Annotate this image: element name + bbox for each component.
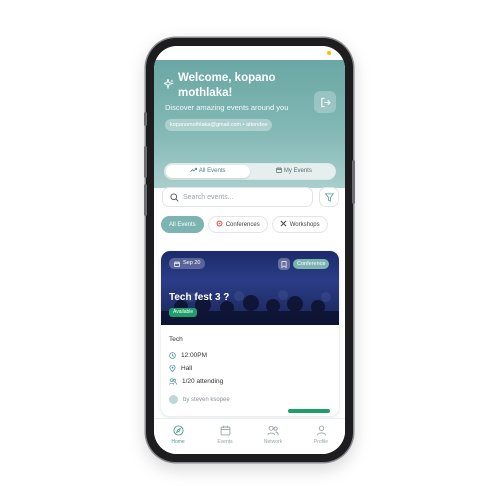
nav-item-events[interactable]: Events bbox=[206, 425, 244, 445]
organizer-name: by steven ksopee bbox=[183, 396, 230, 403]
event-organizer: by steven ksopee bbox=[169, 395, 230, 404]
event-category: Tech bbox=[169, 336, 183, 343]
users-icon bbox=[169, 378, 177, 385]
bookmark-button[interactable] bbox=[278, 258, 290, 270]
event-attending: 1/20 attending bbox=[182, 378, 224, 385]
trending-icon bbox=[190, 167, 198, 172]
filter-icon bbox=[324, 192, 334, 202]
nav-item-home[interactable]: Home bbox=[159, 425, 197, 445]
events-content: Search events... All Events Conferences Wo… bbox=[154, 187, 345, 418]
bottom-navigation: Home Events Network Profile bbox=[154, 418, 345, 454]
event-type-badge: Conference bbox=[293, 259, 330, 269]
calendar-icon bbox=[276, 166, 282, 173]
calendar-icon bbox=[220, 425, 230, 436]
tools-icon bbox=[280, 220, 287, 227]
event-attendance-row: 1/20 attending bbox=[169, 378, 223, 385]
nav-item-network[interactable]: Network bbox=[254, 425, 292, 445]
event-title: Tech fest 3 ? bbox=[169, 292, 230, 303]
tab-all-events[interactable]: All Events bbox=[166, 165, 250, 178]
logout-button[interactable] bbox=[314, 91, 336, 113]
card-action-button[interactable] bbox=[288, 409, 330, 413]
calendar-icon bbox=[174, 260, 180, 267]
availability-badge: Available bbox=[169, 308, 198, 317]
nav-label: Events bbox=[217, 439, 233, 445]
event-date-badge: Sep 20 bbox=[169, 258, 206, 269]
event-location-row: Hall bbox=[169, 365, 192, 372]
welcome-title: Welcome, kopano mothlaka! bbox=[178, 72, 276, 99]
category-chip-label: Workshops bbox=[289, 222, 320, 228]
search-input[interactable]: Search events... bbox=[162, 187, 313, 207]
event-location: Hall bbox=[181, 365, 193, 372]
event-date: Sep 20 bbox=[183, 260, 201, 266]
tab-my-events[interactable]: My Events bbox=[252, 165, 336, 178]
tab-all-events-label: All Events bbox=[198, 168, 226, 174]
status-bar bbox=[154, 46, 345, 60]
event-time: 12:00PM bbox=[181, 352, 208, 359]
compass-icon bbox=[172, 425, 184, 436]
target-icon bbox=[216, 220, 223, 227]
category-chip-label: Conferences bbox=[225, 222, 260, 228]
phone-power-button bbox=[352, 160, 355, 204]
welcome-subtitle: Discover amazing events around you bbox=[165, 103, 289, 112]
user-icon bbox=[316, 425, 326, 436]
user-email-chip: kopanomothlaka@gmail.com • attendee bbox=[165, 119, 273, 131]
category-chip-label: All Events bbox=[169, 222, 196, 228]
sparkles-icon bbox=[161, 77, 175, 92]
app-screen: Welcome, kopano mothlaka! Discover amazi… bbox=[154, 46, 345, 454]
search-placeholder: Search events... bbox=[183, 193, 234, 201]
bookmark-icon bbox=[281, 260, 287, 268]
phone-volume-up bbox=[144, 146, 147, 178]
phone-mute-switch bbox=[144, 112, 147, 126]
category-chip-all-events[interactable]: All Events bbox=[161, 216, 204, 233]
nav-label: Profile bbox=[313, 439, 329, 445]
logout-icon bbox=[320, 97, 331, 107]
phone-volume-down bbox=[144, 184, 147, 216]
nav-label: Network bbox=[263, 439, 283, 445]
users-icon bbox=[267, 425, 279, 436]
event-card[interactable]: Sep 20 Conference Tech fest 3 ? Availabl… bbox=[161, 251, 339, 416]
tab-my-events-label: My Events bbox=[283, 168, 312, 174]
nav-label: Home bbox=[171, 439, 185, 445]
clock-icon bbox=[169, 352, 176, 359]
battery-indicator-icon bbox=[327, 51, 331, 55]
category-chip-workshops[interactable]: Workshops bbox=[271, 216, 328, 233]
avatar bbox=[169, 395, 178, 404]
category-chip-conferences[interactable]: Conferences bbox=[207, 216, 268, 233]
event-tabs: All Events My Events bbox=[164, 163, 336, 180]
category-filters: All Events Conferences Workshops bbox=[161, 216, 345, 234]
event-image: Sep 20 Conference Tech fest 3 ? Availabl… bbox=[161, 251, 339, 325]
map-pin-icon bbox=[169, 365, 176, 372]
filter-button[interactable] bbox=[319, 187, 339, 207]
nav-item-profile[interactable]: Profile bbox=[302, 425, 340, 445]
search-icon bbox=[170, 192, 179, 202]
event-time-row: 12:00PM bbox=[169, 352, 207, 359]
